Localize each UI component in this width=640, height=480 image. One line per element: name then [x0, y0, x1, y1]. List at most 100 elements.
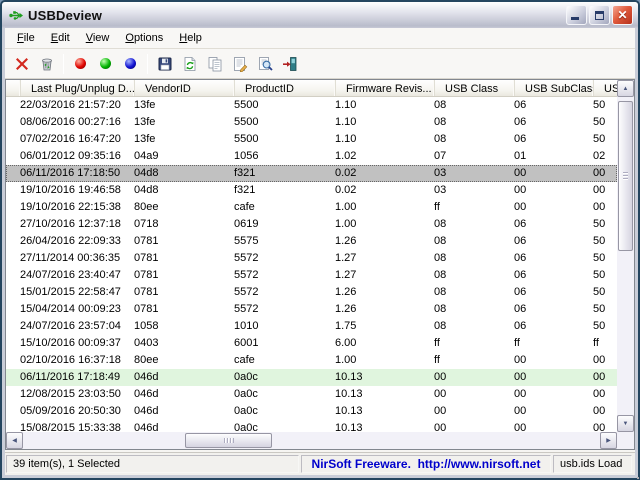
nirsoft-link-text[interactable]: NirSoft Freeware. http://www.nirsoft.net — [312, 457, 541, 471]
column-header[interactable]: USB SubClass — [515, 80, 594, 97]
table-row[interactable]: 02/10/2016 16:37:1880eecafe1.00ff0000 — [6, 352, 617, 369]
table-cell: 13fe — [128, 97, 228, 114]
title-bar[interactable]: USBDeview ✕ — [2, 2, 638, 28]
table-row[interactable]: 08/06/2016 00:27:1613fe55001.10080650 — [6, 114, 617, 131]
table-row[interactable]: 24/07/2016 23:57:04105810101.75080650 — [6, 318, 617, 335]
table-row[interactable]: 12/08/2015 23:03:50046d0a0c10.13000000 — [6, 386, 617, 403]
table-row[interactable]: 27/10/2016 12:37:18071806191.00080650 — [6, 216, 617, 233]
table-cell: 5572 — [228, 267, 329, 284]
table-cell — [6, 352, 14, 369]
red-ball-icon — [75, 58, 86, 69]
table-cell: 0a0c — [228, 420, 329, 432]
table-row[interactable]: 22/03/2016 21:57:2013fe55001.10080650 — [6, 97, 617, 114]
table-cell: 50 — [587, 284, 617, 301]
table-row[interactable]: 26/04/2016 22:09:33078155751.26080650 — [6, 233, 617, 250]
minimize-icon — [571, 17, 579, 20]
floppy-save-icon — [157, 56, 173, 72]
column-header[interactable]: ProductID — [235, 80, 336, 97]
properties-button[interactable] — [227, 52, 252, 76]
vertical-scroll-thumb[interactable] — [618, 101, 633, 251]
arrow-up-icon: ▲ — [623, 86, 629, 92]
horizontal-scrollbar[interactable]: ◀ ▶ — [6, 432, 617, 449]
table-cell: 06 — [508, 233, 587, 250]
red-ball-button[interactable] — [68, 52, 93, 76]
menu-options[interactable]: Options — [117, 29, 171, 47]
delete-device-button[interactable] — [34, 52, 59, 76]
menu-view[interactable]: View — [78, 29, 118, 47]
column-header[interactable]: USB Class — [435, 80, 515, 97]
vertical-scrollbar[interactable]: ▲ ▼ — [617, 80, 634, 432]
scroll-right-button[interactable]: ▶ — [600, 432, 617, 449]
scroll-down-button[interactable]: ▼ — [617, 415, 634, 432]
scroll-up-button[interactable]: ▲ — [617, 80, 634, 97]
green-ball-icon — [100, 58, 111, 69]
maximize-button[interactable] — [589, 5, 610, 25]
table-cell: 06/11/2016 17:18:50 — [14, 165, 128, 182]
status-bar: 39 item(s), 1 Selected NirSoft Freeware.… — [5, 452, 635, 475]
column-header[interactable]: Firmware Revis... — [336, 80, 435, 97]
table-row[interactable]: 07/02/2016 16:47:2013fe55001.10080650 — [6, 131, 617, 148]
green-ball-button[interactable] — [93, 52, 118, 76]
table-row[interactable]: 06/11/2016 17:18:49046d0a0c10.13000000 — [6, 369, 617, 386]
column-header[interactable]: USB — [594, 80, 617, 97]
table-row[interactable]: 06/01/2012 09:35:1604a910561.02070102 — [6, 148, 617, 165]
scroll-left-button[interactable]: ◀ — [6, 432, 23, 449]
table-cell: 27/10/2016 12:37:18 — [14, 216, 128, 233]
column-header[interactable]: Last Plug/Unplug D... — [21, 80, 135, 97]
table-cell — [6, 250, 14, 267]
menu-help[interactable]: Help — [171, 29, 210, 47]
close-icon: ✕ — [617, 9, 627, 21]
table-row[interactable]: 24/07/2016 23:40:47078155721.27080650 — [6, 267, 617, 284]
table-cell: 0619 — [228, 216, 329, 233]
table-row[interactable]: 27/11/2014 00:36:35078155721.27080650 — [6, 250, 617, 267]
table-cell: 06 — [508, 301, 587, 318]
table-cell: 5500 — [228, 131, 329, 148]
table-row[interactable]: 19/10/2016 19:46:5804d8f3210.02030000 — [6, 182, 617, 199]
table-row[interactable]: 15/04/2014 00:09:23078155721.26080650 — [6, 301, 617, 318]
table-cell: 00 — [508, 352, 587, 369]
minimize-button[interactable] — [566, 5, 587, 25]
menu-file[interactable]: File — [9, 29, 43, 47]
scrollbar-corner — [617, 432, 634, 449]
table-cell: 04a9 — [128, 148, 228, 165]
table-cell — [6, 267, 14, 284]
close-button[interactable]: ✕ — [612, 5, 633, 25]
table-cell: 5572 — [228, 250, 329, 267]
table-cell: 0a0c — [228, 369, 329, 386]
table-cell: 07 — [428, 148, 508, 165]
table-cell: 08 — [428, 301, 508, 318]
table-cell: 15/01/2015 22:58:47 — [14, 284, 128, 301]
table-cell: 08 — [428, 284, 508, 301]
exit-button[interactable] — [277, 52, 302, 76]
table-row[interactable]: 19/10/2016 22:15:3880eecafe1.00ff0000 — [6, 199, 617, 216]
table-cell: 046d — [128, 420, 228, 432]
resize-grip[interactable] — [631, 471, 633, 473]
find-button[interactable] — [252, 52, 277, 76]
table-cell: 50 — [587, 233, 617, 250]
table-cell: 046d — [128, 386, 228, 403]
arrow-right-icon: ▶ — [606, 438, 611, 444]
uninstall-device-button[interactable] — [9, 52, 34, 76]
table-cell: 24/07/2016 23:57:04 — [14, 318, 128, 335]
menu-edit[interactable]: Edit — [43, 29, 78, 47]
client-area: FileEditViewOptionsHelp — [5, 28, 635, 475]
table-cell: 1.27 — [329, 267, 428, 284]
table-cell — [6, 216, 14, 233]
save-report-button[interactable] — [152, 52, 177, 76]
copy-button[interactable] — [202, 52, 227, 76]
table-cell: 0a0c — [228, 386, 329, 403]
table-row[interactable]: 15/01/2015 22:58:47078155721.26080650 — [6, 284, 617, 301]
table-cell: 10.13 — [329, 386, 428, 403]
table-row[interactable]: 05/09/2016 20:50:30046d0a0c10.13000000 — [6, 403, 617, 420]
blue-ball-button[interactable] — [118, 52, 143, 76]
refresh-button[interactable] — [177, 52, 202, 76]
column-header[interactable]: VendorID — [135, 80, 235, 97]
horizontal-scroll-thumb[interactable] — [185, 433, 272, 448]
column-header[interactable] — [6, 80, 21, 97]
table-cell: 03 — [428, 182, 508, 199]
table-row[interactable]: 15/10/2016 00:09:37040360016.00ffffff — [6, 335, 617, 352]
table-row[interactable]: 15/08/2015 15:33:38046d0a0c10.13000000 — [6, 420, 617, 432]
table-row[interactable]: 06/11/2016 17:18:5004d8f3210.02030000 — [6, 165, 617, 182]
table-cell: 00 — [587, 182, 617, 199]
arrow-left-icon: ◀ — [12, 438, 17, 444]
